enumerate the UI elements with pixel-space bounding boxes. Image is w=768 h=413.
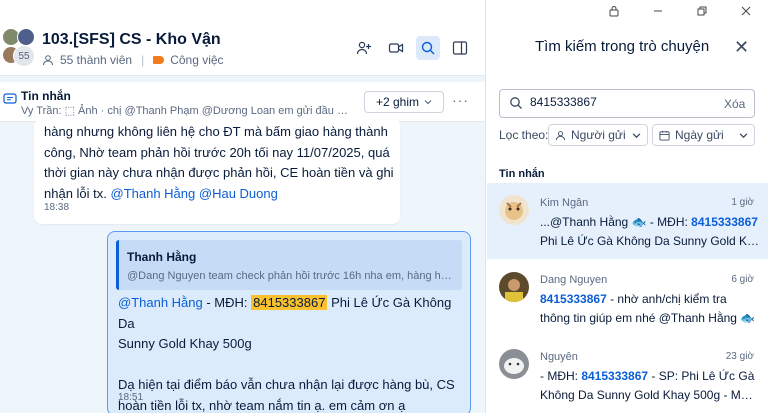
add-user-icon — [356, 41, 371, 55]
close-panel-button[interactable]: ✕ — [734, 37, 749, 58]
lock-icon — [609, 6, 619, 17]
mention-link[interactable]: @Hau Duong — [199, 186, 278, 201]
result-time: 23 giờ — [725, 351, 754, 362]
mention-link[interactable]: @Thanh Hằng — [111, 186, 196, 201]
quote-author: Thanh Hằng — [127, 250, 197, 264]
more-pins-button[interactable]: +2 ghim — [364, 91, 444, 113]
calendar-icon — [659, 130, 670, 141]
restore-icon — [697, 6, 707, 16]
member-count-badge: 55 — [13, 45, 35, 67]
sidebar-icon — [452, 41, 468, 55]
pinned-title: Tin nhắn — [21, 89, 71, 103]
add-member-button[interactable] — [352, 36, 376, 60]
avatar — [499, 195, 529, 225]
result-snippet: 8415333867 - nhờ anh/chị kiểm tra — [540, 292, 727, 306]
group-tag[interactable]: Công việc — [170, 53, 223, 67]
chevron-down-icon — [739, 132, 748, 138]
message-bubble-highlighted[interactable]: Thanh Hằng @Dang Nguyen team check phản … — [107, 231, 471, 413]
restore-button[interactable] — [680, 0, 724, 22]
message-icon — [3, 93, 17, 104]
result-snippet: Phi Lê Ức Gà Không Da Sunny Gold Khay 50… — [540, 234, 760, 248]
minimize-button[interactable] — [636, 0, 680, 22]
search-highlight: 8415333867 — [251, 295, 328, 310]
filter-date-dropdown[interactable]: Ngày gửi — [652, 124, 755, 146]
mention-link[interactable]: @Thanh Hằng — [118, 295, 203, 310]
filter-sender-dropdown[interactable]: Người gửi — [548, 124, 648, 146]
video-icon — [388, 43, 404, 53]
message-time: 18:51 — [118, 392, 144, 403]
search-box[interactable]: Xóa — [499, 89, 755, 118]
chat-pane: 55 103.[SFS] CS - Kho Vận 55 thành viên … — [0, 0, 486, 413]
search-result-item[interactable]: Dang Nguyen 6 giờ 8415333867 - nhờ anh/c… — [487, 260, 768, 336]
filter-label: Lọc theo: — [499, 128, 549, 142]
user-icon — [43, 55, 53, 66]
search-button[interactable] — [416, 36, 440, 60]
group-avatar[interactable]: 55 — [2, 28, 36, 68]
result-sender: Kim Ngân — [540, 197, 589, 209]
window-controls — [592, 0, 768, 22]
group-meta: 55 thành viên | Công việc — [42, 53, 224, 67]
quoted-message[interactable]: Thanh Hằng @Dang Nguyen team check phản … — [116, 240, 462, 290]
search-icon — [421, 41, 435, 55]
result-sender: Nguyên — [540, 351, 578, 363]
avatar — [499, 349, 529, 379]
user-icon — [555, 130, 566, 140]
clear-search-button[interactable]: Xóa — [724, 97, 745, 111]
search-result-item[interactable]: Nguyên 23 giờ - MĐH: 8415333867 - SP: Ph… — [487, 337, 768, 413]
quote-text: @Dang Nguyen team check phản hồi trước 1… — [127, 270, 457, 282]
close-icon — [741, 6, 751, 16]
result-snippet: - MĐH: 8415333867 - SP: Phi Lê Ức Gà — [540, 369, 755, 383]
search-result-item[interactable]: Kim Ngân 1 giờ ...@Thanh Hằng 🐟 - MĐH: 8… — [487, 183, 768, 259]
result-time: 6 giờ — [731, 274, 754, 285]
search-highlight: 8415333867 — [540, 292, 607, 306]
avatar — [499, 272, 529, 302]
divider: | — [141, 53, 145, 67]
chat-header: 55 103.[SFS] CS - Kho Vận 55 thành viên … — [0, 0, 485, 76]
member-count[interactable]: 55 thành viên — [60, 53, 132, 67]
lock-button[interactable] — [592, 0, 636, 22]
header-actions — [352, 36, 472, 60]
search-icon — [510, 97, 522, 109]
result-snippet: Không Da Sunny Gold Khay 500g - MBS:... — [540, 388, 760, 402]
pinned-preview[interactable]: Vy Trần: ⬚ Ảnh · chị @Thanh Phạm @Dương … — [21, 104, 356, 117]
search-input[interactable] — [530, 95, 710, 109]
message-text: hàng nhưng không liên hệ cho ĐT mà bấm g… — [44, 124, 394, 201]
result-sender: Dang Nguyen — [540, 274, 608, 286]
result-snippet: thông tin giúp em nhé @Thanh Hằng 🐟 — [540, 311, 756, 325]
message-bubble[interactable]: hàng nhưng không liên hệ cho ĐT mà bấm g… — [34, 118, 400, 224]
search-panel: Tìm kiếm trong trò chuyện ✕ Xóa Lọc theo… — [487, 0, 768, 413]
group-title[interactable]: 103.[SFS] CS - Kho Vận — [42, 31, 221, 49]
toggle-sidebar-button[interactable] — [448, 36, 472, 60]
result-snippet: ...@Thanh Hằng 🐟 - MĐH: 8415333867 — [540, 215, 758, 229]
results-section-title: Tin nhắn — [499, 168, 545, 180]
search-highlight: 8415333867 — [691, 215, 758, 229]
minimize-icon — [654, 10, 662, 12]
chevron-down-icon — [632, 132, 641, 138]
tag-icon — [153, 56, 165, 64]
close-window-button[interactable] — [724, 0, 768, 22]
message-text: @Thanh Hằng - MĐH: 8415333867 Phi Lê Ức … — [118, 295, 455, 413]
search-highlight: 8415333867 — [581, 369, 649, 383]
more-options-icon[interactable]: ··· — [452, 92, 469, 108]
member-avatar — [17, 28, 35, 46]
result-time: 1 giờ — [731, 197, 754, 208]
video-call-button[interactable] — [384, 36, 408, 60]
more-pins-label: +2 ghim — [375, 95, 420, 109]
chevron-down-icon — [424, 100, 432, 105]
search-panel-title: Tìm kiếm trong trò chuyện — [535, 38, 710, 55]
message-time: 18:38 — [44, 202, 70, 213]
